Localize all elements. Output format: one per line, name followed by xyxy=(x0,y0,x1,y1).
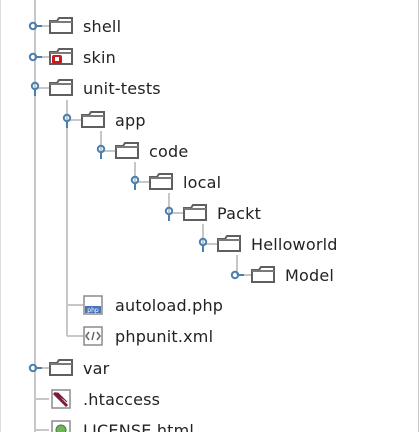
folder-icon xyxy=(115,141,139,161)
tree-item-htaccess[interactable]: .htaccess xyxy=(27,385,160,413)
folder-locked-icon xyxy=(49,47,73,67)
tree-item-label: code xyxy=(149,141,189,161)
tree-item-label: skin xyxy=(83,47,116,67)
tree-item-label: .htaccess xyxy=(83,389,161,409)
tree-item-shell[interactable]: shell xyxy=(27,12,121,40)
folder-icon xyxy=(251,265,275,285)
collapsed-toggle-icon[interactable] xyxy=(27,360,43,376)
folder-icon xyxy=(81,110,105,130)
expanded-toggle-icon[interactable] xyxy=(195,236,211,252)
folder-icon xyxy=(49,78,73,98)
svg-text:php: php xyxy=(87,307,99,314)
tree-item-label: Model xyxy=(285,265,335,285)
tree-item-helloworld[interactable]: Helloworld xyxy=(195,230,338,258)
folder-icon xyxy=(49,16,73,36)
folder-icon xyxy=(183,203,207,223)
collapsed-toggle-icon[interactable] xyxy=(229,267,245,283)
html-file-icon xyxy=(49,420,73,432)
tree-item-unit-tests[interactable]: unit-tests xyxy=(27,74,161,102)
tree-item-var[interactable]: var xyxy=(27,354,109,382)
tree-item-label: var xyxy=(83,358,110,378)
tree-item-skin[interactable]: skin xyxy=(27,43,116,71)
tree-item-label: phpunit.xml xyxy=(115,326,214,346)
tree-item-label: Packt xyxy=(217,203,262,223)
tree-item-label: app xyxy=(115,110,146,130)
tree-item-license-html[interactable]: LICENSE.html xyxy=(27,416,194,432)
folder-icon xyxy=(149,172,173,192)
php-file-icon: php xyxy=(81,295,105,315)
tree-item-label: shell xyxy=(83,16,122,36)
tree-item-local[interactable]: local xyxy=(127,168,221,196)
tree-item-label: autoload.php xyxy=(115,295,224,315)
tree-item-label: local xyxy=(183,172,222,192)
tree-item-autoload-php[interactable]: php autoload.php xyxy=(59,291,223,319)
expanded-toggle-icon[interactable] xyxy=(161,205,177,221)
folder-icon xyxy=(49,358,73,378)
project-tree-panel: shell skin unit-tests app code local Pac… xyxy=(0,0,419,432)
xml-file-icon xyxy=(81,326,105,346)
collapsed-toggle-icon[interactable] xyxy=(27,18,43,34)
expanded-toggle-icon[interactable] xyxy=(93,143,109,159)
tree-item-label: unit-tests xyxy=(83,78,161,98)
collapsed-toggle-icon[interactable] xyxy=(27,49,43,65)
tree-item-label: Helloworld xyxy=(251,234,338,254)
tree-item-model[interactable]: Model xyxy=(229,261,334,289)
htaccess-file-icon xyxy=(49,389,73,409)
tree-item-phpunit-xml[interactable]: phpunit.xml xyxy=(59,322,213,350)
tree-item-app[interactable]: app xyxy=(59,106,146,134)
tree-item-packt[interactable]: Packt xyxy=(161,199,261,227)
tree-item-code[interactable]: code xyxy=(93,137,188,165)
expanded-toggle-icon[interactable] xyxy=(127,174,143,190)
expanded-toggle-icon[interactable] xyxy=(59,112,75,128)
expanded-toggle-icon[interactable] xyxy=(27,80,43,96)
folder-icon xyxy=(217,234,241,254)
tree-item-label: LICENSE.html xyxy=(83,420,195,432)
